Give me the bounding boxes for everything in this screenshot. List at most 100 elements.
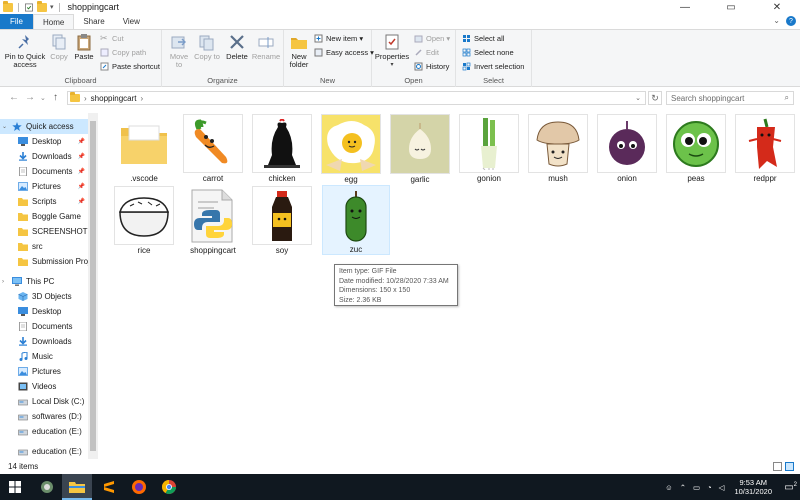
nav-education-e[interactable]: education (E:)	[0, 424, 88, 439]
nav-pc-documents[interactable]: Documents	[0, 319, 88, 334]
address-bar[interactable]: › shoppingcart › ⌄	[67, 91, 646, 105]
new-folder-icon[interactable]	[37, 0, 47, 12]
firefox-taskbar-button[interactable]	[124, 474, 154, 500]
nav-screenshots[interactable]: SCREENSHOTS	[0, 224, 88, 239]
clock[interactable]: 9:53 AM 10/31/2020	[734, 478, 772, 496]
up-icon[interactable]: ↑	[53, 92, 58, 103]
collapse-ribbon-icon[interactable]: ⌄	[773, 16, 780, 26]
select-all-button[interactable]: Select all	[462, 34, 504, 43]
paste-button[interactable]: Paste	[72, 33, 96, 61]
nav-item-label: Documents	[32, 322, 73, 331]
tab-share[interactable]: Share	[74, 14, 113, 29]
recent-locations-icon[interactable]: ⌄	[40, 94, 46, 102]
file-item-peas[interactable]: peas	[662, 113, 730, 183]
file-item-egg[interactable]: egg	[317, 113, 385, 184]
cut-button[interactable]: ✂ Cut	[100, 34, 124, 44]
file-item-onion[interactable]: onion	[593, 113, 661, 183]
details-view-button[interactable]	[773, 462, 782, 471]
nav-documents[interactable]: Documents 📌	[0, 164, 88, 179]
file-explorer-taskbar-button[interactable]	[62, 474, 92, 500]
forward-icon[interactable]: →	[25, 92, 35, 103]
expand-chevron-icon[interactable]: ›	[2, 279, 12, 285]
notifications-button[interactable]: ▭ 2	[778, 482, 800, 493]
file-item-carrot[interactable]: carrot	[179, 113, 247, 183]
sublime-taskbar-button[interactable]	[94, 474, 124, 500]
file-item-soy[interactable]: soy	[248, 185, 316, 255]
new-item-button[interactable]: New item ▾	[314, 34, 363, 43]
tray-chevron-icon[interactable]: ⌃	[680, 483, 686, 492]
file-item-vscode[interactable]: .vscode	[110, 113, 178, 183]
nav-scrollbar[interactable]	[88, 113, 98, 459]
nav-submission-proj[interactable]: Submission Proj	[0, 254, 88, 269]
breadcrumb[interactable]: shoppingcart	[91, 94, 137, 103]
maximize-button[interactable]: ▭	[708, 0, 754, 14]
nav-scripts[interactable]: Scripts 📌	[0, 194, 88, 209]
tab-file[interactable]: File	[0, 14, 33, 29]
expand-chevron-icon[interactable]: ⌄	[2, 123, 12, 130]
large-icons-view-button[interactable]	[785, 462, 794, 471]
nav-local-disk-c[interactable]: Local Disk (C:)	[0, 394, 88, 409]
minimize-button[interactable]: —	[662, 0, 708, 14]
group-label: Organize	[207, 76, 238, 85]
nav-src[interactable]: src	[0, 239, 88, 254]
move-to-button[interactable]: Move to	[166, 33, 192, 69]
customize-toolbar-icon[interactable]: ▾	[50, 3, 54, 11]
nav-pc-desktop[interactable]: Desktop	[0, 304, 88, 319]
nav-pictures[interactable]: Pictures 📌	[0, 179, 88, 194]
pin-quick-access-button[interactable]: Pin to Quick access	[4, 33, 46, 69]
copy-button[interactable]: Copy	[48, 33, 70, 61]
nav-desktop[interactable]: Desktop 📌	[0, 134, 88, 149]
select-none-button[interactable]: Select none	[462, 48, 514, 57]
file-item-gonion[interactable]: gonion	[455, 113, 523, 183]
delete-button[interactable]: Delete	[224, 33, 250, 61]
properties-button[interactable]: Properties ▾	[375, 33, 409, 69]
nav-videos[interactable]: Videos	[0, 379, 88, 394]
tray-battery-icon[interactable]: ▭	[693, 483, 700, 492]
tray-volume-icon[interactable]: ◁	[719, 483, 725, 492]
nav-quick-access[interactable]: ⌄ Quick access	[0, 119, 88, 134]
start-button[interactable]	[0, 474, 30, 500]
tab-home[interactable]: Home	[33, 14, 75, 29]
nav-this-pc[interactable]: › This PC	[0, 274, 88, 289]
nav-pc-downloads[interactable]: Downloads	[0, 334, 88, 349]
file-item-shoppingcart[interactable]: shoppingcart	[179, 185, 247, 255]
cortana-button[interactable]	[32, 474, 62, 500]
search-input[interactable]: Search shoppingcart ⌕	[666, 91, 794, 105]
nav-3d-objects[interactable]: 3D Objects	[0, 289, 88, 304]
pinned-icon: 📌	[77, 199, 85, 205]
properties-icon[interactable]	[24, 3, 34, 12]
rename-button[interactable]: Rename	[252, 33, 280, 61]
file-item-rice[interactable]: rice	[110, 185, 178, 255]
scrollbar-thumb[interactable]	[90, 121, 96, 451]
tray-people-icon[interactable]: ☺	[665, 483, 673, 492]
nav-music[interactable]: Music	[0, 349, 88, 364]
paste-shortcut-button[interactable]: Paste shortcut	[100, 62, 160, 71]
file-item-chicken[interactable]: chicken	[248, 113, 316, 183]
open-button[interactable]: Open ▾	[414, 34, 450, 43]
chrome-taskbar-button[interactable]	[154, 474, 184, 500]
edit-button[interactable]: Edit	[414, 48, 439, 57]
new-folder-button[interactable]: New folder	[286, 33, 312, 69]
tray-wifi-icon[interactable]: ◔	[707, 483, 712, 492]
copy-path-button[interactable]: Copy path	[100, 48, 146, 57]
file-item-mush[interactable]: mush	[524, 113, 592, 183]
file-item-garlic[interactable]: garlic	[386, 113, 454, 184]
refresh-button[interactable]: ↻	[648, 91, 662, 105]
nav-pc-pictures[interactable]: Pictures	[0, 364, 88, 379]
tab-view[interactable]: View	[114, 14, 149, 29]
nav-softwares-d[interactable]: softwares (D:)	[0, 409, 88, 424]
file-item-redppr[interactable]: redppr	[731, 113, 799, 183]
file-name: chicken	[268, 174, 296, 183]
nav-downloads[interactable]: Downloads 📌	[0, 149, 88, 164]
nav-education-e-root[interactable]: education (E:)	[0, 444, 88, 459]
invert-selection-button[interactable]: Invert selection	[462, 62, 524, 71]
nav-boggle-game[interactable]: Boggle Game	[0, 209, 88, 224]
back-icon[interactable]: ←	[9, 92, 19, 103]
easy-access-button[interactable]: Easy access ▾	[314, 48, 374, 57]
close-button[interactable]: ✕	[754, 0, 800, 14]
file-item-zuc[interactable]: zuc	[322, 185, 390, 255]
address-dropdown-icon[interactable]: ⌄	[635, 94, 641, 102]
history-button[interactable]: History	[414, 62, 449, 71]
copy-to-button[interactable]: Copy to	[194, 33, 220, 61]
help-icon[interactable]: ?	[786, 16, 796, 26]
